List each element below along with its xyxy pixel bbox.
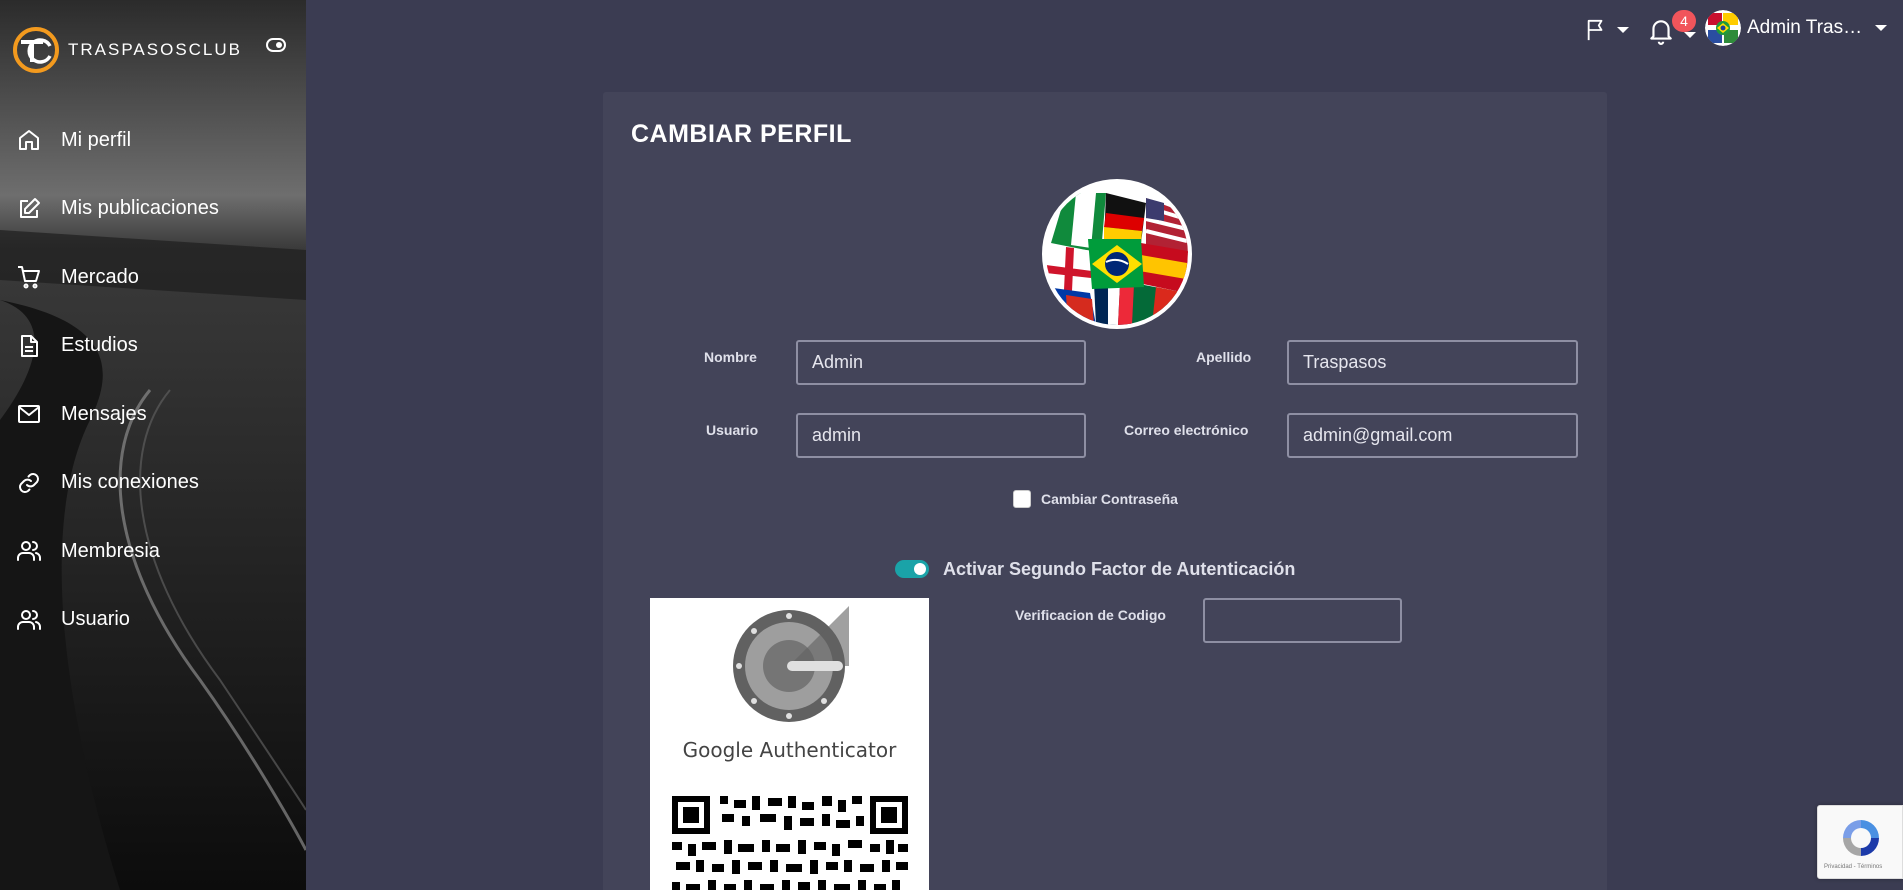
brand[interactable]: TRASPASOSCLUB (12, 26, 242, 74)
notifications-dropdown[interactable]: 4 (1648, 10, 1696, 46)
chevron-down-icon (1684, 32, 1696, 38)
sidebar-item-label: Mis conexiones (61, 471, 199, 494)
mail-icon (18, 405, 40, 424)
nombre-label: Nombre (704, 349, 757, 365)
document-icon (21, 334, 38, 357)
soccer-ball-flags-image (1046, 183, 1188, 325)
bell-icon (1650, 20, 1672, 45)
apellido-label: Apellido (1196, 349, 1252, 365)
sidebar-item-mercado[interactable]: Mercado (0, 243, 306, 312)
two-factor-label: Activar Segundo Factor de Autenticación (943, 559, 1296, 579)
sidebar-toggle-icon[interactable] (266, 38, 286, 52)
correo-label: Correo electrónico (1124, 422, 1249, 438)
brand-name: TRASPASOSCLUB (68, 40, 243, 59)
home-icon (19, 130, 39, 151)
sidebar-item-mensajes[interactable]: Mensajes (0, 380, 306, 449)
recaptcha-icon (1843, 820, 1879, 856)
usuario-input[interactable] (796, 413, 1086, 458)
sidebar: TRASPASOSCLUB Mi perfil Mis publicacione… (0, 0, 306, 890)
cart-icon (18, 266, 40, 289)
brand-logo-icon (13, 27, 59, 73)
users-icon (17, 609, 41, 630)
sidebar-item-label: Membresia (61, 539, 160, 562)
sidebar-item-mis-conexiones[interactable]: Mis conexiones (0, 449, 306, 518)
verification-code-label: Verificacion de Codigo (1015, 607, 1166, 623)
edit-profile-card: CAMBIAR PERFIL Nombre Admin Apellido Tra… (603, 92, 1607, 890)
usuario-label: Usuario (706, 422, 759, 438)
recaptcha-badge[interactable]: Privacidad - Términos (1817, 805, 1903, 879)
chevron-down-icon (1617, 27, 1629, 33)
google-authenticator-logo-icon (733, 606, 849, 722)
change-password-checkbox[interactable] (1013, 490, 1031, 508)
users-icon (17, 541, 41, 562)
sidebar-item-estudios[interactable]: Estudios (0, 312, 306, 381)
sidebar-item-mis-publicaciones[interactable]: Mis publicaciones (0, 175, 306, 244)
recaptcha-text[interactable]: Privacidad - Términos (1824, 864, 1882, 870)
nombre-input[interactable] (796, 340, 1086, 385)
profile-picture[interactable] (1042, 179, 1192, 329)
authenticator-qr-panel: Google Authenticator (650, 598, 929, 890)
language-dropdown[interactable] (1585, 16, 1629, 44)
user-name: Admin Traspasos (1747, 17, 1863, 38)
apellido-input[interactable] (1287, 340, 1578, 385)
flag-icon (1587, 19, 1603, 41)
notification-count-badge: 4 (1672, 10, 1696, 32)
change-password-label: Cambiar Contraseña (1041, 491, 1178, 507)
sidebar-item-membresia[interactable]: Membresia (0, 517, 306, 586)
soccer-ball-flags-image (1705, 10, 1741, 46)
toggle-knob (914, 563, 926, 575)
edit-icon (20, 197, 40, 218)
sidebar-item-label: Mis publicaciones (61, 197, 219, 220)
sidebar-item-label: Estudios (61, 334, 138, 357)
email-field[interactable] (1287, 413, 1578, 458)
chevron-down-icon (1875, 25, 1887, 31)
authenticator-name: Google Authenticator (682, 738, 897, 762)
sidebar-item-label: Mi perfil (61, 128, 132, 151)
sidebar-item-usuario[interactable]: Usuario (0, 586, 306, 655)
sidebar-item-label: Mensajes (61, 402, 147, 425)
verification-code-input[interactable] (1203, 598, 1402, 643)
sidebar-nav: Mi perfil Mis publicaciones Mercado Estu… (0, 106, 306, 654)
user-menu[interactable]: Admin Traspasos (1705, 8, 1895, 48)
sidebar-item-label: Usuario (61, 608, 130, 631)
avatar (1705, 10, 1741, 46)
link-icon (19, 472, 39, 493)
two-factor-toggle[interactable] (895, 560, 929, 578)
qr-code-image (672, 796, 908, 890)
sidebar-item-label: Mercado (61, 265, 139, 288)
page-title: CAMBIAR PERFIL (631, 120, 852, 148)
sidebar-item-mi-perfil[interactable]: Mi perfil (0, 106, 306, 175)
